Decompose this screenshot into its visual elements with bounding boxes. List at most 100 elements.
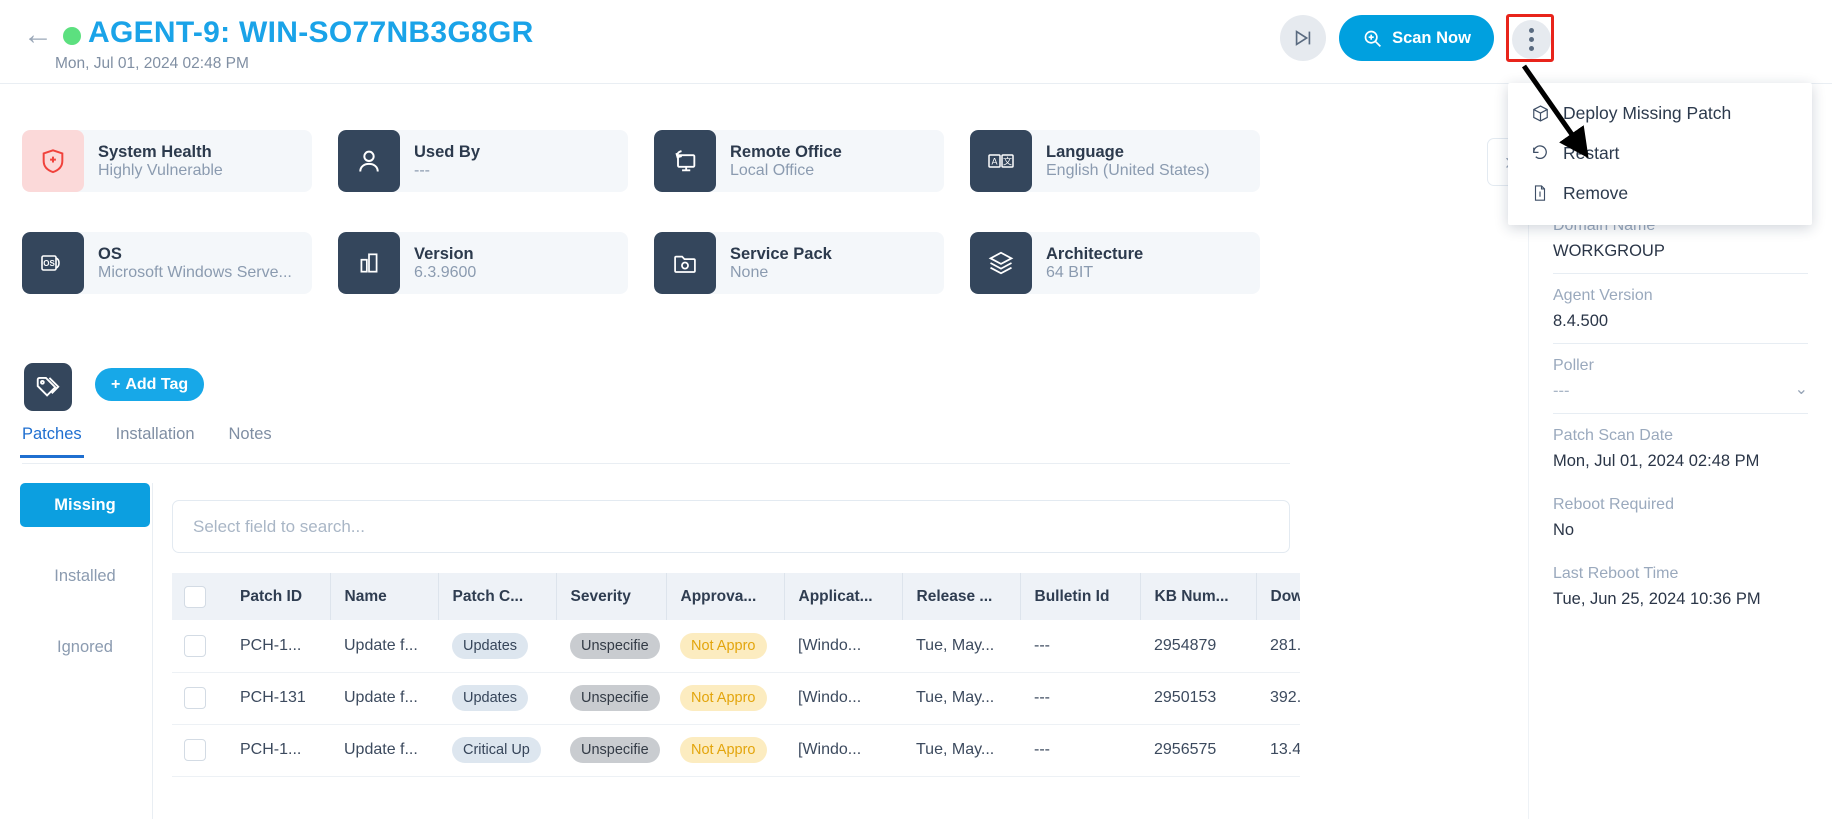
card-title: Architecture bbox=[1046, 244, 1144, 263]
column-header-download-size[interactable]: Downlo... bbox=[1256, 573, 1300, 620]
search-input[interactable] bbox=[193, 516, 1269, 537]
row-checkbox[interactable] bbox=[184, 739, 206, 761]
card-value: Microsoft Windows Serve... bbox=[98, 263, 292, 281]
info-card-os: OS OS Microsoft Windows Serve... bbox=[22, 232, 312, 294]
row-checkbox[interactable] bbox=[184, 634, 206, 657]
category-badge: Critical Up bbox=[452, 737, 541, 763]
cell-download-size: 281.99 KB bbox=[1256, 620, 1300, 673]
search-field-container[interactable] bbox=[172, 500, 1290, 553]
scan-now-button[interactable]: Scan Now bbox=[1339, 15, 1494, 61]
tab-installation[interactable]: Installation bbox=[116, 425, 195, 458]
card-title: Remote Office bbox=[730, 142, 842, 161]
select-all-header bbox=[172, 573, 226, 620]
cell-approval: Not Appro bbox=[666, 672, 784, 725]
card-value: Local Office bbox=[730, 161, 815, 179]
severity-badge: Unspecifie bbox=[570, 632, 660, 659]
agent-actions-menu[interactable]: Deploy Missing Patch Restart Remove bbox=[1508, 83, 1812, 225]
table-row[interactable]: PCH-1... Update f... Updates Unspecifie … bbox=[172, 620, 1300, 673]
patches-table-container[interactable]: Patch ID Name Patch C... Severity Approv… bbox=[172, 573, 1300, 819]
info-card-remote-office: Remote Office Local Office bbox=[654, 130, 944, 192]
tag-icon bbox=[24, 363, 72, 411]
category-badge: Updates bbox=[452, 632, 529, 659]
cell-kb-number: 2950153 bbox=[1140, 672, 1256, 725]
tab-patches[interactable]: Patches bbox=[20, 425, 84, 458]
detail-field-reboot-required: Reboot Required No bbox=[1553, 483, 1808, 552]
cell-release-date: Tue, May... bbox=[902, 620, 1020, 673]
card-title: OS bbox=[98, 244, 122, 263]
cell-bulletin-id: --- bbox=[1020, 620, 1140, 673]
cell-application: [Windo... bbox=[784, 672, 902, 725]
cell-kb-number: 2954879 bbox=[1140, 620, 1256, 673]
column-header-kb-number[interactable]: KB Num... bbox=[1140, 573, 1257, 620]
menu-item-label: Deploy Missing Patch bbox=[1563, 102, 1732, 123]
cell-bulletin-id: --- bbox=[1020, 724, 1140, 777]
patch-status-filter-rail: Missing Installed Ignored bbox=[20, 483, 150, 696]
select-all-checkbox[interactable] bbox=[184, 585, 206, 608]
more-options-button[interactable] bbox=[1506, 14, 1554, 62]
page-title: AGENT-9: WIN-SO77NB3G8GR bbox=[88, 16, 534, 49]
column-header-name[interactable]: Name bbox=[330, 573, 439, 620]
cell-patch-id[interactable]: PCH-131 bbox=[226, 672, 330, 725]
column-header-approval[interactable]: Approva... bbox=[666, 573, 785, 620]
os-icon: OS bbox=[22, 232, 84, 294]
rail-item-ignored[interactable]: Ignored bbox=[20, 625, 150, 669]
table-body: PCH-1... Update f... Updates Unspecifie … bbox=[172, 620, 1300, 777]
agent-detail-page: ← AGENT-9: WIN-SO77NB3G8GR Mon, Jul 01, … bbox=[0, 0, 1832, 819]
svg-text:A: A bbox=[991, 157, 997, 167]
more-vertical-icon bbox=[1512, 20, 1551, 59]
card-value: 64 BIT bbox=[1046, 263, 1094, 281]
column-header-severity[interactable]: Severity bbox=[556, 573, 667, 620]
patches-table: Patch ID Name Patch C... Severity Approv… bbox=[172, 573, 1300, 777]
row-checkbox[interactable] bbox=[184, 687, 206, 709]
cell-download-size: 13.47 MB bbox=[1256, 724, 1300, 777]
info-card-architecture: Architecture 64 BIT bbox=[970, 232, 1260, 294]
table-row[interactable]: PCH-1... Update f... Critical Up Unspeci… bbox=[172, 724, 1300, 777]
cube-icon bbox=[1530, 103, 1550, 123]
tab-notes[interactable]: Notes bbox=[229, 425, 272, 458]
menu-item-remove[interactable]: Remove bbox=[1508, 173, 1812, 213]
cell-bulletin-id: --- bbox=[1020, 672, 1140, 725]
detail-field-last-reboot-time: Last Reboot Time Tue, Jun 25, 2024 10:36… bbox=[1553, 552, 1808, 621]
user-icon bbox=[338, 130, 400, 192]
cell-severity: Unspecifie bbox=[556, 724, 666, 777]
column-header-application[interactable]: Applicat... bbox=[784, 573, 903, 620]
approval-badge: Not Appro bbox=[680, 632, 767, 659]
content-tabs: Patches Installation Notes bbox=[20, 425, 272, 458]
rail-divider bbox=[152, 483, 153, 819]
column-header-bulletin-id[interactable]: Bulletin Id bbox=[1020, 573, 1141, 620]
card-title: Version bbox=[414, 244, 474, 263]
approval-badge: Not Appro bbox=[680, 737, 767, 763]
cell-patch-id[interactable]: PCH-1... bbox=[226, 724, 330, 777]
rail-item-installed[interactable]: Installed bbox=[20, 554, 150, 598]
cell-severity: Unspecifie bbox=[556, 672, 666, 725]
svg-text:文: 文 bbox=[1003, 156, 1012, 167]
cell-patch-id[interactable]: PCH-1... bbox=[226, 620, 330, 673]
severity-badge: Unspecifie bbox=[570, 737, 660, 763]
cell-release-date: Tue, May... bbox=[902, 724, 1020, 777]
chevron-down-icon[interactable]: ⌄ bbox=[1795, 379, 1808, 399]
cell-name: Update f... bbox=[330, 724, 438, 777]
menu-item-restart[interactable]: Restart bbox=[1508, 133, 1812, 173]
restart-icon bbox=[1530, 143, 1550, 163]
info-card-language: A 文 Language English (United States) bbox=[970, 130, 1260, 192]
cell-category: Critical Up bbox=[438, 724, 556, 777]
remove-document-icon bbox=[1530, 183, 1550, 203]
add-tag-button[interactable]: + Add Tag bbox=[95, 368, 205, 401]
detail-field-poller[interactable]: Poller --- ⌄ bbox=[1553, 344, 1808, 414]
remote-office-icon bbox=[654, 130, 716, 192]
back-arrow-icon[interactable]: ← bbox=[22, 20, 54, 52]
cell-application: [Windo... bbox=[784, 620, 902, 673]
info-card-system-health: System Health Highly Vulnerable bbox=[22, 130, 312, 192]
table-row[interactable]: PCH-131 Update f... Updates Unspecifie N… bbox=[172, 672, 1300, 725]
column-header-patch-id[interactable]: Patch ID bbox=[226, 573, 331, 620]
column-header-release-date[interactable]: Release ... bbox=[902, 573, 1021, 620]
table-header-row: Patch ID Name Patch C... Severity Approv… bbox=[172, 573, 1300, 620]
skip-forward-button[interactable] bbox=[1280, 15, 1326, 61]
info-card-version: Version 6.3.9600 bbox=[338, 232, 628, 294]
menu-item-label: Restart bbox=[1563, 142, 1620, 163]
rail-item-missing[interactable]: Missing bbox=[20, 483, 150, 527]
column-header-patch-category[interactable]: Patch C... bbox=[438, 573, 557, 620]
menu-item-deploy-missing-patch[interactable]: Deploy Missing Patch bbox=[1508, 93, 1812, 133]
version-icon bbox=[338, 232, 400, 294]
detail-value: 8.4.500 bbox=[1553, 312, 1609, 330]
